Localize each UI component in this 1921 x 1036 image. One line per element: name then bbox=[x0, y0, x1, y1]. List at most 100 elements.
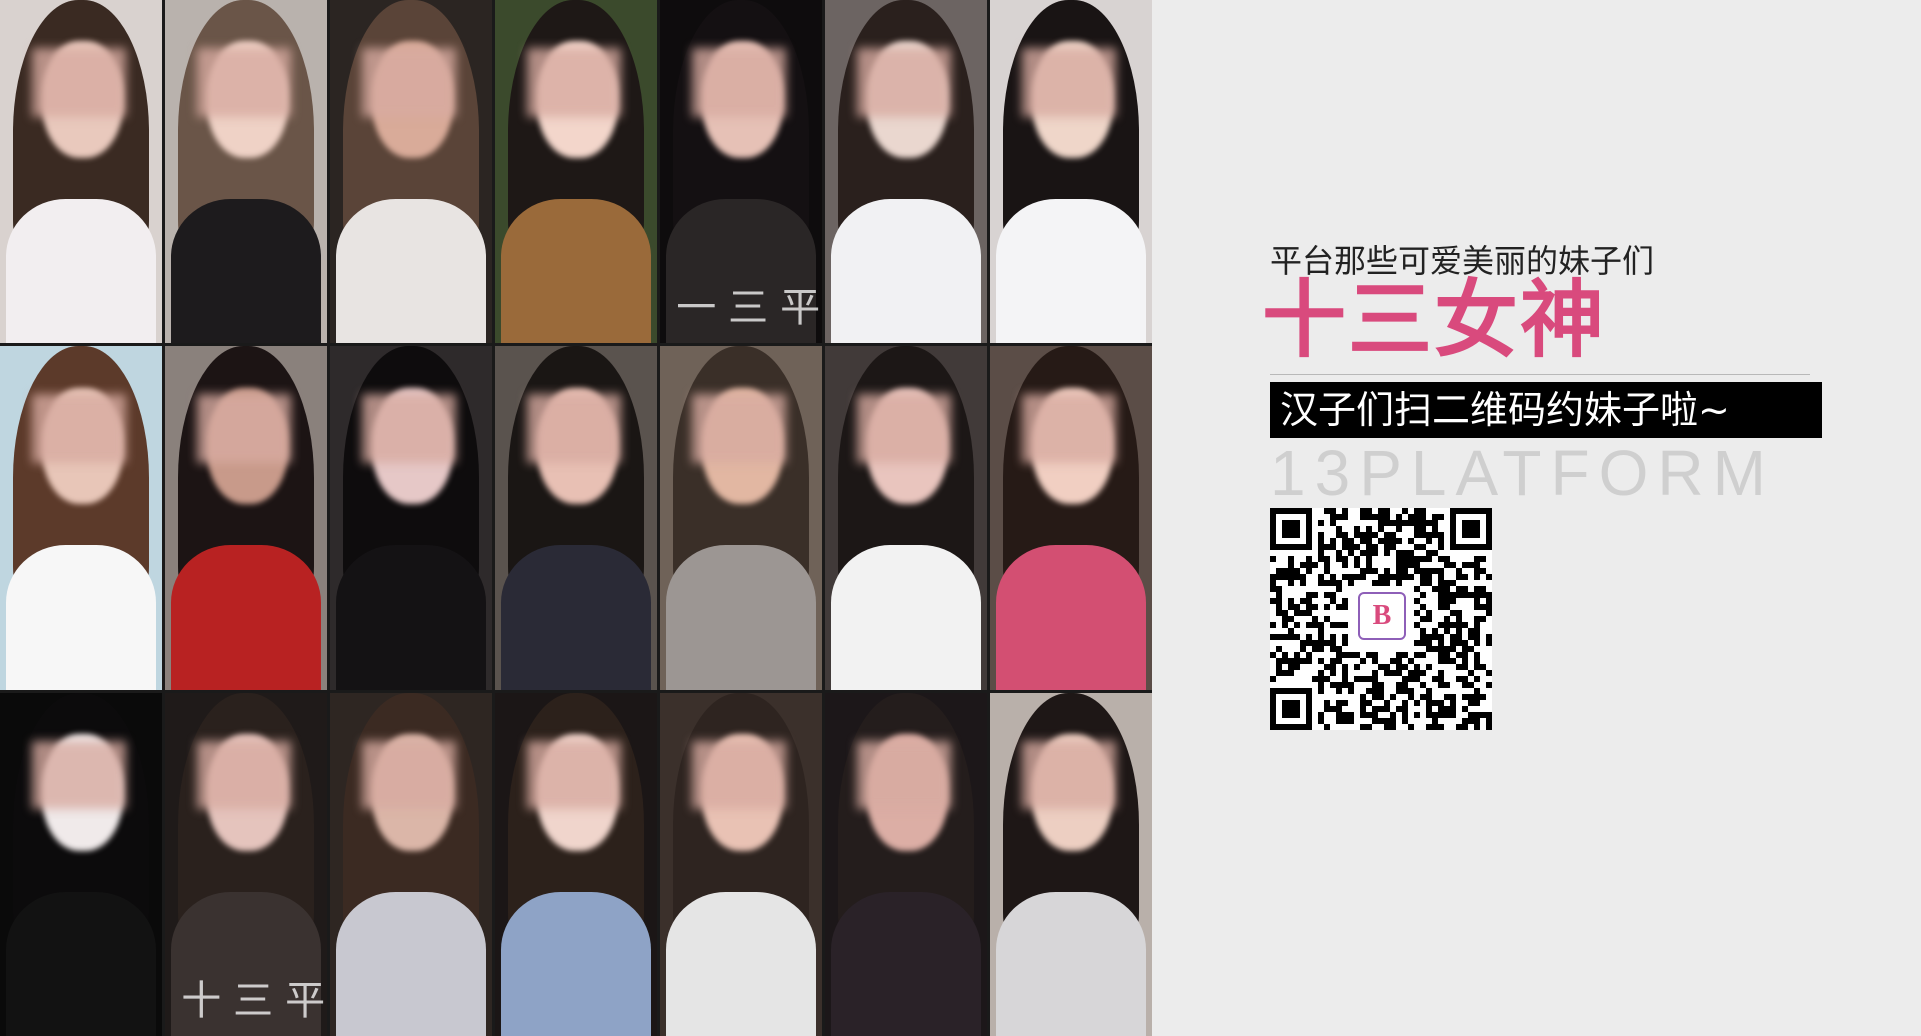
qr-code-icon[interactable]: B bbox=[1270, 508, 1492, 730]
qr-module bbox=[1312, 646, 1318, 652]
qr-module bbox=[1324, 556, 1330, 562]
qr-module bbox=[1330, 538, 1336, 544]
qr-module bbox=[1450, 658, 1456, 664]
qr-module bbox=[1318, 544, 1324, 550]
qr-module bbox=[1414, 610, 1420, 616]
qr-module bbox=[1324, 592, 1330, 598]
clothing-shape bbox=[336, 545, 486, 690]
qr-module bbox=[1342, 670, 1348, 676]
qr-module bbox=[1486, 598, 1492, 604]
qr-module bbox=[1336, 712, 1342, 718]
qr-module bbox=[1432, 700, 1438, 706]
qr-module bbox=[1420, 628, 1426, 634]
qr-module bbox=[1318, 688, 1324, 694]
photo-tile bbox=[165, 0, 327, 344]
qr-module bbox=[1432, 586, 1438, 592]
qr-module bbox=[1336, 526, 1342, 532]
clothing-shape bbox=[336, 199, 486, 344]
qr-module bbox=[1468, 562, 1474, 568]
qr-module bbox=[1330, 682, 1336, 688]
qr-module bbox=[1276, 634, 1282, 640]
qr-module bbox=[1390, 670, 1396, 676]
qr-module bbox=[1366, 508, 1372, 514]
qr-module bbox=[1276, 598, 1282, 604]
qr-module bbox=[1348, 538, 1354, 544]
qr-module bbox=[1318, 718, 1324, 724]
qr-module bbox=[1450, 562, 1456, 568]
qr-module bbox=[1468, 628, 1474, 634]
qr-module bbox=[1450, 622, 1456, 628]
qr-finder bbox=[1282, 700, 1300, 718]
qr-module bbox=[1462, 646, 1468, 652]
qr-module bbox=[1444, 628, 1450, 634]
qr-module bbox=[1318, 670, 1324, 676]
qr-module bbox=[1432, 514, 1438, 520]
qr-module bbox=[1408, 520, 1414, 526]
qr-module bbox=[1336, 550, 1342, 556]
qr-module bbox=[1444, 616, 1450, 622]
qr-module bbox=[1474, 556, 1480, 562]
qr-module bbox=[1276, 604, 1282, 610]
qr-module bbox=[1432, 712, 1438, 718]
qr-module bbox=[1306, 592, 1312, 598]
qr-module bbox=[1372, 532, 1378, 538]
qr-module bbox=[1390, 712, 1396, 718]
photo-tile bbox=[0, 0, 162, 344]
qr-module bbox=[1318, 712, 1324, 718]
clothing-shape bbox=[6, 199, 156, 344]
qr-module bbox=[1342, 514, 1348, 520]
qr-module bbox=[1384, 574, 1390, 580]
qr-module bbox=[1444, 556, 1450, 562]
qr-module bbox=[1420, 670, 1426, 676]
qr-module bbox=[1396, 682, 1402, 688]
qr-module bbox=[1336, 652, 1342, 658]
qr-module bbox=[1420, 694, 1426, 700]
qr-module bbox=[1486, 724, 1492, 730]
qr-module bbox=[1474, 616, 1480, 622]
qr-module bbox=[1438, 532, 1444, 538]
qr-module bbox=[1324, 640, 1330, 646]
qr-module bbox=[1462, 586, 1468, 592]
censor-blur bbox=[527, 394, 622, 464]
qr-module bbox=[1438, 640, 1444, 646]
qr-module bbox=[1474, 676, 1480, 682]
qr-module bbox=[1312, 622, 1318, 628]
qr-module bbox=[1378, 574, 1384, 580]
photo-tile bbox=[0, 692, 162, 1036]
qr-module bbox=[1366, 688, 1372, 694]
qr-module bbox=[1486, 670, 1492, 676]
qr-module bbox=[1390, 538, 1396, 544]
qr-module bbox=[1438, 670, 1444, 676]
censor-blur bbox=[692, 394, 787, 464]
qr-module bbox=[1318, 676, 1324, 682]
qr-module bbox=[1306, 634, 1312, 640]
qr-module bbox=[1342, 682, 1348, 688]
qr-module bbox=[1294, 604, 1300, 610]
qr-module bbox=[1324, 580, 1330, 586]
qr-module bbox=[1486, 718, 1492, 724]
censor-blur bbox=[692, 48, 787, 117]
qr-module bbox=[1318, 682, 1324, 688]
qr-module bbox=[1324, 568, 1330, 574]
qr-module bbox=[1486, 682, 1492, 688]
qr-module bbox=[1468, 634, 1474, 640]
qr-module bbox=[1366, 712, 1372, 718]
photo-tile: 一三平 bbox=[660, 0, 822, 344]
qr-module bbox=[1438, 634, 1444, 640]
qr-module bbox=[1486, 640, 1492, 646]
qr-module bbox=[1336, 682, 1342, 688]
qr-module bbox=[1366, 538, 1372, 544]
qr-module bbox=[1420, 604, 1426, 610]
qr-module bbox=[1414, 544, 1420, 550]
qr-module bbox=[1366, 532, 1372, 538]
qr-module bbox=[1348, 544, 1354, 550]
qr-module bbox=[1330, 670, 1336, 676]
qr-module bbox=[1420, 682, 1426, 688]
qr-module bbox=[1486, 574, 1492, 580]
qr-module bbox=[1342, 538, 1348, 544]
qr-module bbox=[1288, 604, 1294, 610]
qr-module bbox=[1330, 508, 1336, 514]
qr-module bbox=[1378, 514, 1384, 520]
qr-module bbox=[1366, 652, 1372, 658]
clothing-shape bbox=[501, 891, 651, 1036]
